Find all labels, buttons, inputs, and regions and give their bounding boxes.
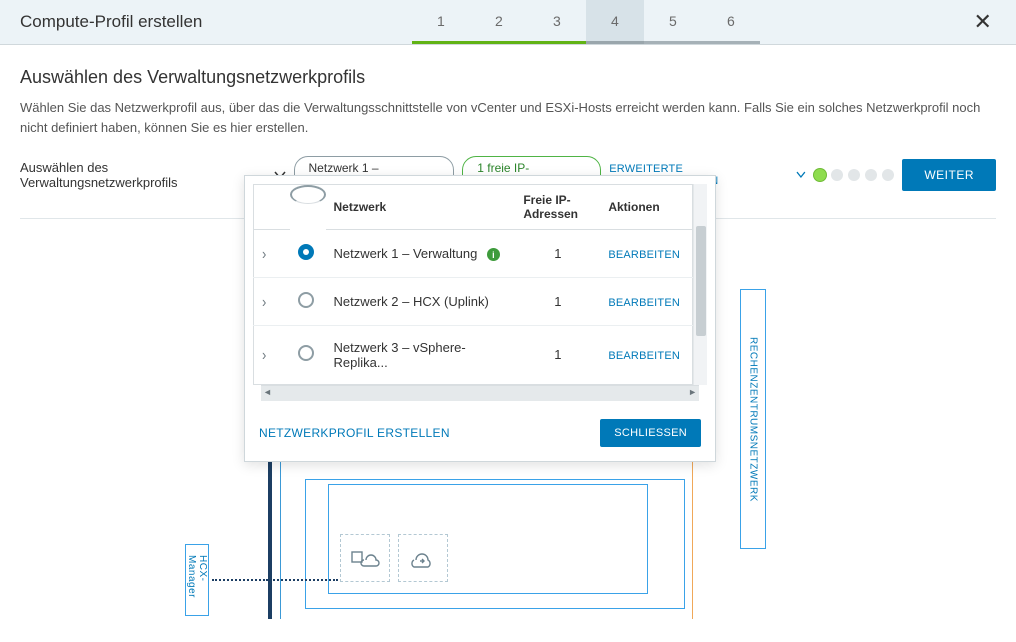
progress-dot-1 bbox=[814, 169, 826, 181]
col-select bbox=[290, 185, 326, 204]
network-name: Netzwerk 3 – vSphere-Replika... bbox=[334, 340, 466, 370]
network-radio-1[interactable] bbox=[298, 244, 314, 260]
edit-link[interactable]: BEARBEITEN bbox=[608, 350, 680, 362]
progress-dot-5 bbox=[882, 169, 894, 181]
progress-dot-4 bbox=[865, 169, 877, 181]
free-ip-cell: 1 bbox=[515, 230, 600, 278]
col-actions: Aktionen bbox=[600, 185, 692, 230]
network-name: Netzwerk 2 – HCX (Uplink) bbox=[334, 294, 489, 309]
progress-dot-2 bbox=[831, 169, 843, 181]
step-1[interactable]: 1 bbox=[412, 0, 470, 44]
horizontal-scrollbar[interactable] bbox=[261, 385, 699, 401]
diagram-connector-left bbox=[212, 579, 268, 581]
wizard-title: Compute-Profil erstellen bbox=[20, 12, 202, 32]
network-radio-3[interactable] bbox=[298, 345, 314, 361]
expand-caret-icon[interactable]: › bbox=[262, 244, 266, 262]
continue-button[interactable]: WEITER bbox=[902, 159, 996, 191]
free-ip-cell: 1 bbox=[515, 325, 600, 384]
vertical-scrollbar[interactable] bbox=[693, 184, 707, 385]
edit-link[interactable]: BEARBEITEN bbox=[608, 297, 680, 309]
network-dropdown-popup: Netzwerk Freie IP-Adressen Aktionen › Ne… bbox=[244, 175, 716, 462]
network-name-cell: Netzwerk 2 – HCX (Uplink) bbox=[326, 277, 516, 325]
scroll-thumb[interactable] bbox=[696, 226, 706, 336]
col-expand bbox=[254, 185, 290, 230]
compute-cloud-icon bbox=[340, 534, 390, 582]
network-name-cell: Netzwerk 3 – vSphere-Replika... bbox=[326, 325, 516, 384]
diagram-connector-right bbox=[270, 579, 338, 581]
close-icon[interactable]: ✕ bbox=[970, 5, 996, 39]
network-name-cell: Netzwerk 1 – Verwaltung i bbox=[326, 230, 516, 278]
expand-caret-icon[interactable]: › bbox=[262, 292, 266, 310]
info-icon[interactable]: i bbox=[487, 248, 500, 261]
cloud-migrate-icon bbox=[398, 534, 448, 582]
progress-dots bbox=[814, 169, 894, 181]
step-3[interactable]: 3 bbox=[528, 0, 586, 44]
col-free-ips: Freie IP-Adressen bbox=[515, 185, 600, 230]
step-4[interactable]: 4 bbox=[586, 0, 644, 44]
table-row: › Netzwerk 2 – HCX (Uplink) 1 BEARBEITEN bbox=[254, 277, 693, 325]
network-table: Netzwerk Freie IP-Adressen Aktionen › Ne… bbox=[253, 184, 693, 385]
step-tabs: 1 2 3 4 5 6 bbox=[412, 0, 760, 44]
section-title: Auswählen des Verwaltungsnetzwerkprofils bbox=[20, 67, 996, 88]
table-row: › Netzwerk 3 – vSphere-Replika... 1 BEAR… bbox=[254, 325, 693, 384]
progress-dot-3 bbox=[848, 169, 860, 181]
free-ip-cell: 1 bbox=[515, 277, 600, 325]
wizard-header: Compute-Profil erstellen 1 2 3 4 5 6 ✕ bbox=[0, 0, 1016, 45]
close-popup-button[interactable]: SCHLIESSEN bbox=[600, 419, 701, 447]
step-2[interactable]: 2 bbox=[470, 0, 528, 44]
hcx-manager-box: HCX-Manager bbox=[185, 544, 209, 616]
edit-link[interactable]: BEARBEITEN bbox=[608, 249, 680, 261]
datacenter-network-box: RECHENZENTRUMSNETZWERK bbox=[740, 289, 766, 549]
network-name: Netzwerk 1 – Verwaltung bbox=[334, 246, 478, 261]
chevron-down-icon bbox=[796, 171, 806, 179]
create-network-profile-link[interactable]: NETZWERKPROFIL ERSTELLEN bbox=[259, 426, 450, 440]
network-profile-label: Auswählen des Verwaltungsnetzwerkprofils bbox=[20, 160, 266, 190]
table-row: › Netzwerk 1 – Verwaltung i 1 BEARBEITEN bbox=[254, 230, 693, 278]
col-network: Netzwerk bbox=[326, 185, 516, 230]
step-6[interactable]: 6 bbox=[702, 0, 760, 44]
step-5[interactable]: 5 bbox=[644, 0, 702, 44]
popup-footer: NETZWERKPROFIL ERSTELLEN SCHLIESSEN bbox=[245, 409, 715, 461]
expand-caret-icon[interactable]: › bbox=[262, 346, 266, 364]
network-radio-2[interactable] bbox=[298, 292, 314, 308]
network-table-wrap: Netzwerk Freie IP-Adressen Aktionen › Ne… bbox=[245, 176, 715, 401]
section-description: Wählen Sie das Netzwerkprofil aus, über … bbox=[20, 98, 996, 138]
